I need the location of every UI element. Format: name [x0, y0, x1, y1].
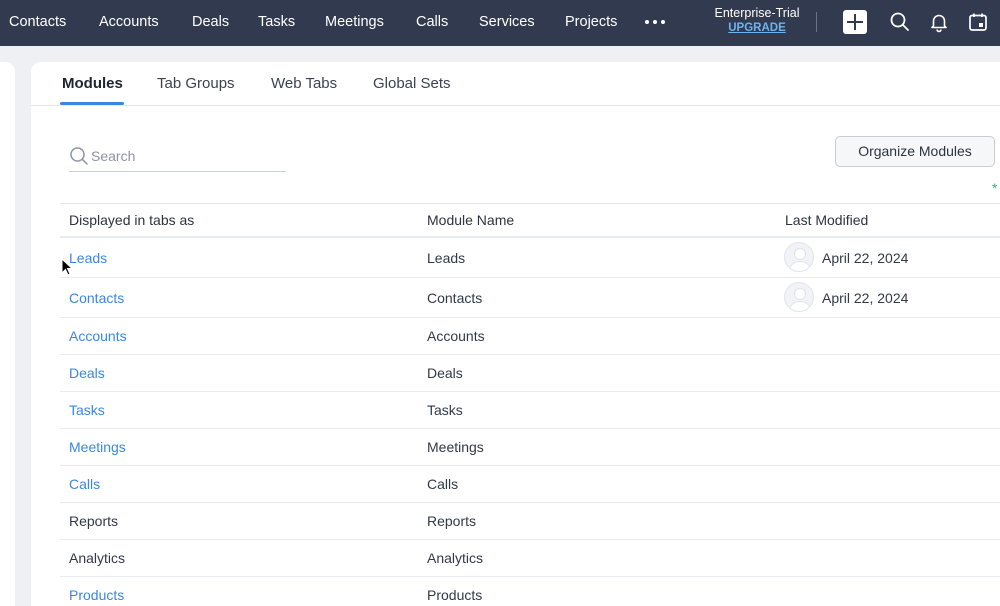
last-modified-date: April 22, 2024 — [822, 290, 909, 306]
tab-display-name[interactable]: Calls — [69, 476, 100, 492]
nav-item-services[interactable]: Services — [479, 0, 535, 46]
tab-global-sets[interactable]: Global Sets — [373, 62, 451, 106]
module-name: Meetings — [427, 439, 484, 455]
tab-tab-groups[interactable]: Tab Groups — [157, 62, 235, 106]
organize-modules-button[interactable]: Organize Modules — [835, 136, 995, 167]
tab-display-name: Analytics — [69, 550, 126, 566]
module-name: Reports — [427, 513, 477, 529]
table-row: Calls Calls — [60, 466, 1000, 503]
table-row: Deals Deals — [60, 355, 1000, 392]
table-row: Accounts Accounts — [60, 318, 1000, 355]
nav-item-tasks[interactable]: Tasks — [258, 0, 295, 46]
add-icon[interactable] — [843, 10, 867, 34]
nav-item-calls[interactable]: Calls — [416, 0, 448, 46]
module-name: Tasks — [427, 402, 463, 418]
table-row: Products Products — [60, 577, 1000, 606]
table-row: Analytics Analytics — [60, 540, 1000, 577]
active-tab-indicator — [60, 102, 124, 105]
search-icon[interactable] — [888, 10, 912, 34]
tab-display-name[interactable]: Tasks — [69, 402, 105, 418]
nav-item-meetings[interactable]: Meetings — [325, 0, 384, 46]
tab-display-name[interactable]: Products — [69, 587, 124, 603]
column-header-displayed-in-tabs: Displayed in tabs as — [69, 212, 195, 228]
search-input[interactable] — [91, 145, 281, 167]
search-icon — [70, 147, 88, 165]
avatar — [784, 282, 814, 312]
module-name: Analytics — [427, 550, 484, 566]
more-horizontal-icon[interactable] — [645, 14, 665, 30]
nav-item-deals[interactable]: Deals — [192, 0, 229, 46]
table-row: Meetings Meetings — [60, 429, 1000, 466]
table-header-row: Displayed in tabs as Module Name Last Mo… — [60, 203, 1000, 238]
avatar — [784, 242, 814, 272]
tab-display-name[interactable]: Contacts — [69, 290, 124, 306]
module-name: Products — [427, 587, 483, 603]
upgrade-link[interactable]: UPGRADE — [706, 21, 808, 36]
module-name: Calls — [427, 476, 459, 492]
tab-display-name[interactable]: Leads — [69, 250, 107, 266]
required-marker: * — [992, 180, 998, 196]
table-row: Contacts Contacts April 22, 2024 — [60, 278, 1000, 318]
mouse-cursor-icon — [61, 258, 73, 276]
edition-info: Enterprise-Trial UPGRADE — [706, 6, 808, 36]
search-box — [69, 144, 286, 172]
column-header-last-modified[interactable]: Last Modified — [785, 204, 868, 237]
calendar-icon[interactable] — [966, 10, 990, 34]
tab-modules[interactable]: Modules — [62, 62, 123, 106]
table-row: Tasks Tasks — [60, 392, 1000, 429]
module-name: Deals — [427, 365, 463, 381]
settings-tabs: Modules Tab Groups Web Tabs Global Sets — [31, 62, 1000, 106]
column-header-module-name: Module Name — [427, 212, 515, 228]
tab-display-name[interactable]: Accounts — [69, 328, 127, 344]
tab-display-name: Reports — [69, 513, 119, 529]
left-side-panel — [0, 62, 15, 606]
top-navigation-bar: Contacts Accounts Deals Tasks Meetings C… — [0, 0, 1000, 46]
edition-label: Enterprise-Trial — [714, 6, 800, 20]
tab-web-tabs[interactable]: Web Tabs — [271, 62, 337, 106]
nav-divider — [816, 12, 817, 32]
nav-item-accounts[interactable]: Accounts — [99, 0, 159, 46]
nav-item-projects[interactable]: Projects — [565, 0, 617, 46]
tab-display-name[interactable]: Meetings — [69, 439, 126, 455]
table-row: Leads Leads April 22, 2024 — [60, 238, 1000, 278]
module-name: Accounts — [427, 328, 485, 344]
bell-icon[interactable] — [927, 10, 951, 34]
table-row: Reports Reports — [60, 503, 1000, 540]
module-name: Contacts — [427, 290, 483, 306]
nav-item-contacts[interactable]: Contacts — [9, 0, 66, 46]
modules-card: Modules Tab Groups Web Tabs Global Sets … — [31, 62, 1000, 606]
module-name: Leads — [427, 250, 466, 266]
tab-display-name[interactable]: Deals — [69, 365, 105, 381]
last-modified-date: April 22, 2024 — [822, 250, 909, 266]
